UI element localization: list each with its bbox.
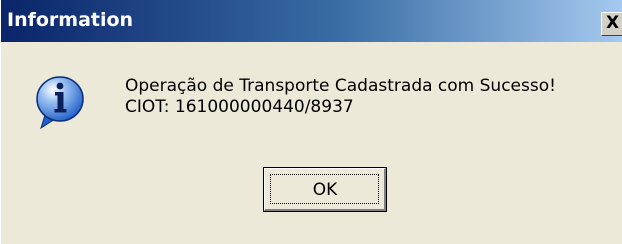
close-button[interactable]: X xyxy=(601,12,622,36)
dialog-title: Information xyxy=(7,9,134,31)
message-text: Operação de Transporte Cadastrada com Su… xyxy=(125,76,556,118)
ok-button[interactable]: OK xyxy=(263,167,387,212)
close-icon: X xyxy=(606,13,620,33)
message-line-2: CIOT: 161000000440/8937 xyxy=(125,97,354,117)
information-icon xyxy=(35,75,85,130)
information-dialog: Information X Operação de Transporte Cad… xyxy=(0,0,622,244)
message-line-1: Operação de Transporte Cadastrada com Su… xyxy=(125,76,556,96)
ok-button-label: OK xyxy=(312,180,338,200)
title-bar[interactable]: Information X xyxy=(1,0,622,42)
